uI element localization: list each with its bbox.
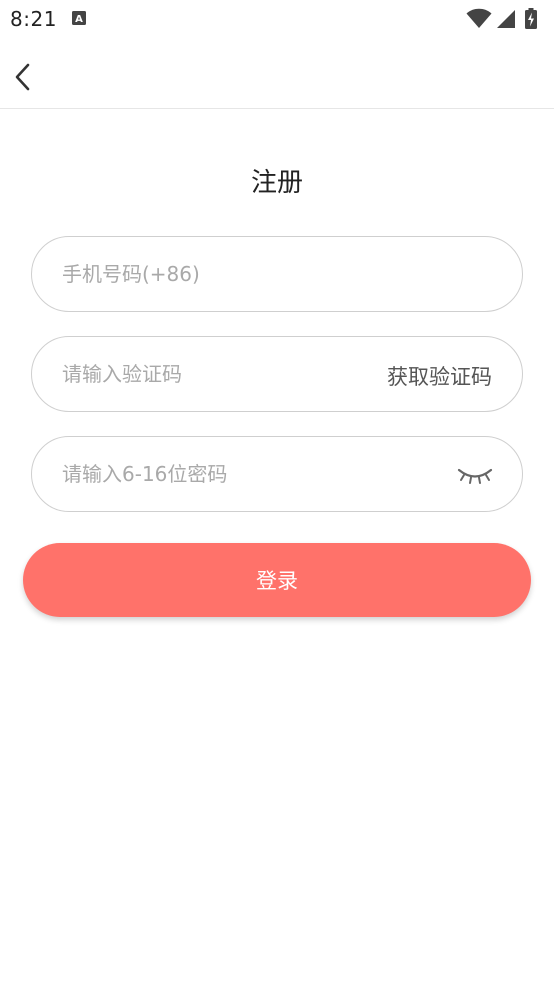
verification-code-field: 获取验证码 xyxy=(31,336,523,412)
back-button[interactable] xyxy=(6,60,40,94)
phone-input[interactable] xyxy=(62,237,362,310)
password-field xyxy=(31,436,523,512)
get-code-button[interactable]: 获取验证码 xyxy=(387,361,492,391)
app-bar xyxy=(0,40,554,109)
status-bar: 8:21 A xyxy=(0,0,554,40)
password-input[interactable] xyxy=(62,437,362,510)
verification-code-input[interactable] xyxy=(62,337,362,410)
app-notification-icon: A xyxy=(72,11,86,25)
eye-closed-icon[interactable] xyxy=(456,463,494,487)
app-notification-letter: A xyxy=(75,14,83,25)
page-title: 注册 xyxy=(250,168,303,198)
chevron-left-icon xyxy=(15,63,30,91)
login-button[interactable]: 登录 xyxy=(23,543,531,617)
status-time: 8:21 xyxy=(10,7,57,31)
cellular-signal-icon xyxy=(497,10,515,28)
battery-charging-icon xyxy=(525,8,537,29)
status-icons xyxy=(466,8,544,30)
phone-field xyxy=(31,236,523,312)
wifi-icon xyxy=(466,8,492,28)
